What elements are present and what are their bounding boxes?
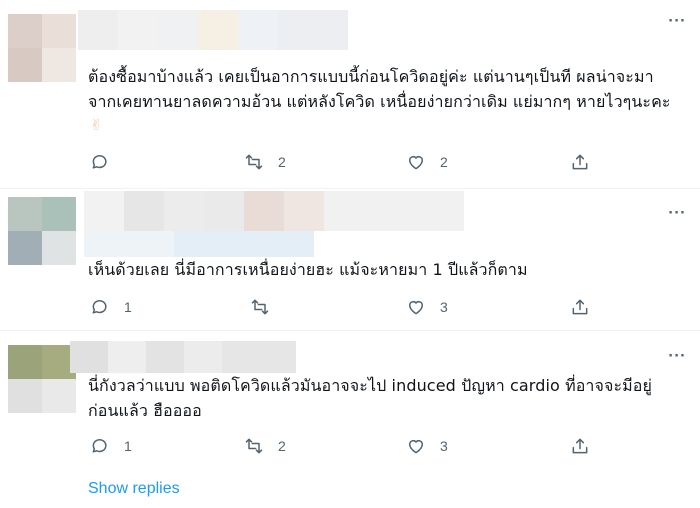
reply-count: 1 — [124, 438, 132, 454]
author-name-blurred — [84, 191, 464, 231]
like-count: 3 — [440, 299, 448, 315]
reply-icon — [92, 300, 107, 314]
retweet-button[interactable]: 2 — [244, 436, 286, 456]
reply-icon — [92, 155, 107, 169]
reply-button[interactable]: 1 — [90, 436, 132, 456]
author-name-blurred — [78, 10, 348, 50]
like-count: 2 — [440, 154, 448, 170]
share-icon — [572, 438, 588, 454]
reply-count: 1 — [124, 299, 132, 315]
reply-text: เห็นด้วยเลย นี่มีอาการเหนื่อยง่ายฮะ แม้จ… — [88, 260, 528, 279]
reply-text: ต้องซื้อมาบ้างแล้ว เคยเป็นอาการแบบนี้ก่อ… — [88, 67, 671, 111]
avatar[interactable] — [8, 345, 76, 413]
more-icon[interactable]: ··· — [668, 14, 686, 29]
like-icon — [409, 156, 423, 170]
reply-button[interactable]: 1 — [90, 297, 132, 317]
retweet-icon — [245, 154, 263, 170]
reply-tweet[interactable]: ··· เห็นด้วยเลย นี่มีอาการเหนื่อยง่ายฮะ … — [0, 189, 700, 329]
retweet-button[interactable]: 2 — [244, 152, 286, 172]
victory-hand-emoji: ✌ — [90, 116, 103, 134]
share-button[interactable] — [570, 152, 590, 172]
share-icon — [572, 154, 588, 170]
more-icon[interactable]: ··· — [668, 349, 686, 364]
reply-text: นี่กังวลว่าแบบ พอติดโควิดแล้วมันอาจจะไป … — [88, 376, 652, 420]
author-name-blurred — [70, 341, 296, 373]
like-button[interactable]: 2 — [406, 152, 448, 172]
like-button[interactable]: 3 — [406, 297, 448, 317]
retweet-icon — [245, 438, 263, 454]
like-count: 3 — [440, 438, 448, 454]
share-button[interactable] — [570, 436, 590, 456]
like-icon — [409, 301, 423, 315]
reply-button[interactable] — [90, 152, 124, 172]
more-icon[interactable]: ··· — [668, 206, 686, 221]
share-button[interactable] — [570, 297, 590, 317]
reply-icon — [92, 439, 107, 453]
show-replies-link[interactable]: Show replies — [88, 480, 180, 498]
handle-blurred — [84, 231, 314, 257]
retweet-button[interactable] — [250, 297, 284, 317]
avatar[interactable] — [8, 197, 76, 265]
reply-tweet[interactable]: ··· ต้องซื้อมาบ้างแล้ว เคยเป็นอาการแบบนี… — [0, 0, 700, 188]
retweet-icon — [251, 299, 269, 315]
like-icon — [409, 440, 423, 454]
retweet-count: 2 — [278, 154, 286, 170]
retweet-count: 2 — [278, 438, 286, 454]
avatar[interactable] — [8, 14, 76, 82]
like-button[interactable]: 3 — [406, 436, 448, 456]
share-icon — [572, 299, 588, 315]
